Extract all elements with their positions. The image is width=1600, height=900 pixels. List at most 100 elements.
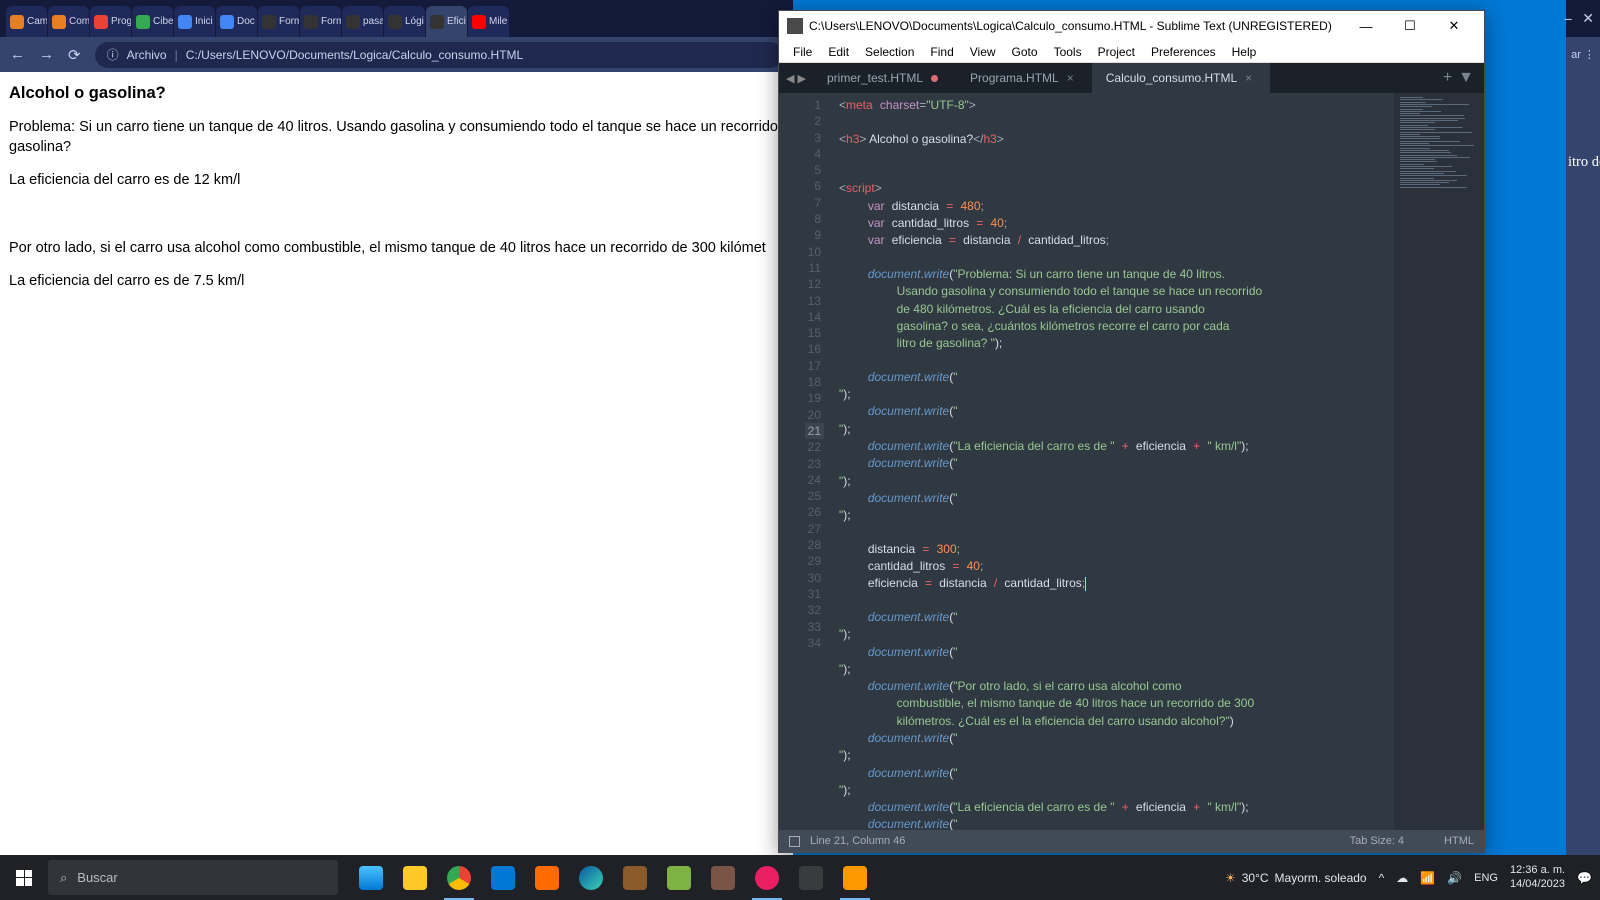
menu-view[interactable]: View (962, 45, 1004, 59)
favicon (10, 15, 24, 29)
task-view-icon[interactable] (350, 855, 392, 900)
titlebar[interactable]: C:\Users\LENOVO\Documents\Logica\Calculo… (779, 11, 1484, 41)
favicon (262, 15, 276, 29)
browser-tab[interactable]: Cam (6, 6, 47, 37)
app-icon (787, 18, 803, 34)
start-button[interactable] (0, 855, 48, 900)
menu-selection[interactable]: Selection (857, 45, 922, 59)
close-icon[interactable]: ✕ (1582, 10, 1594, 27)
favicon (346, 15, 360, 29)
browser-tab[interactable]: Efici (426, 6, 467, 37)
menu-file[interactable]: File (785, 45, 820, 59)
tab-label: Form (279, 16, 299, 27)
tab-label: Prog (111, 16, 131, 27)
weather-icon: ☀ (1225, 871, 1236, 885)
weather-desc: Mayorm. soleado (1275, 871, 1367, 885)
menu-tools[interactable]: Tools (1046, 45, 1090, 59)
chrome-toolbar: ← → ⟳ ⓘ Archivo | C:/Users/LENOVO/Docume… (0, 37, 793, 72)
editor-tabstrip: ◀ ▶ primer_test.HTMLPrograma.HTML×Calcul… (779, 63, 1484, 93)
new-tab-icon[interactable]: + (1443, 69, 1452, 87)
mail-icon[interactable] (482, 855, 524, 900)
minimize-icon[interactable]: − (1564, 11, 1572, 27)
favicon (430, 15, 444, 29)
browser-tab[interactable]: Lógi (384, 6, 425, 37)
editor-tab[interactable]: primer_test.HTML (813, 63, 956, 93)
tab-label: Mile (489, 16, 507, 27)
editor-tab[interactable]: Programa.HTML× (956, 63, 1092, 93)
notifications-icon[interactable]: 💬 (1577, 871, 1592, 885)
tab-close-icon[interactable]: × (1245, 71, 1252, 85)
menu-goto[interactable]: Goto (1004, 45, 1046, 59)
app-icon-5[interactable] (746, 855, 788, 900)
code-area[interactable]: <meta charset="UTF-8"> <h3> Alcohol o ga… (831, 93, 1394, 830)
language-indicator[interactable]: ENG (1474, 872, 1498, 884)
favicon (178, 15, 192, 29)
explorer-icon[interactable] (394, 855, 436, 900)
chevron-up-icon[interactable]: ^ (1379, 871, 1385, 885)
dirty-indicator-icon (931, 75, 938, 82)
onedrive-icon[interactable]: ☁ (1396, 871, 1408, 885)
app-icon-2[interactable] (614, 855, 656, 900)
reload-icon[interactable]: ⟳ (68, 46, 81, 64)
browser-tab[interactable]: Mile (468, 6, 509, 37)
cursor-position: Line 21, Column 46 (810, 835, 905, 847)
wifi-icon[interactable]: 📶 (1420, 871, 1435, 885)
menu-preferences[interactable]: Preferences (1143, 45, 1224, 59)
overflow-text: itro de (1566, 72, 1600, 171)
app-icon-3[interactable] (658, 855, 700, 900)
menu-edit[interactable]: Edit (820, 45, 857, 59)
taskbar: ⌕ Buscar ☀ 30°C Mayorm. soleado ^ ☁ 📶 🔊 … (0, 855, 1600, 900)
browser-tab[interactable]: pasa (342, 6, 383, 37)
sublime-icon[interactable] (834, 855, 876, 900)
info-icon: ⓘ (107, 46, 119, 63)
weather-widget[interactable]: ☀ 30°C Mayorm. soleado (1225, 871, 1367, 885)
chrome-menu-label[interactable]: ar ⋮ (1571, 48, 1595, 61)
editor-tab[interactable]: Calculo_consumo.HTML× (1092, 63, 1270, 93)
menu-help[interactable]: Help (1224, 45, 1265, 59)
pinned-apps (350, 855, 876, 900)
page-heading: Alcohol o gasolina? (9, 82, 784, 104)
address-bar[interactable]: ⓘ Archivo | C:/Users/LENOVO/Documents/Lo… (95, 42, 783, 68)
search-icon: ⌕ (60, 870, 67, 886)
syntax-mode[interactable]: HTML (1444, 835, 1474, 847)
maximize-icon[interactable]: ☐ (1388, 18, 1432, 34)
browser-tab[interactable]: Form (300, 6, 341, 37)
clock[interactable]: 12:36 a. m. 14/04/2023 (1510, 864, 1565, 892)
tab-menu-icon[interactable]: ▼ (1458, 69, 1474, 87)
url-prefix: Archivo (127, 48, 167, 62)
browser-tab[interactable]: Cibe (132, 6, 173, 37)
minimize-icon[interactable]: — (1344, 19, 1388, 34)
chrome-tabstrip: CamComProgCibeIniciDocFormFormpasaLógiEf… (0, 0, 793, 37)
forward-icon[interactable]: → (39, 46, 54, 63)
browser-tab[interactable]: Doc (216, 6, 257, 37)
close-icon[interactable]: ✕ (1432, 18, 1476, 34)
page-content: Alcohol o gasolina? Problema: Si un carr… (0, 72, 793, 316)
page-p1: Problema: Si un carro tiene un tanque de… (9, 119, 778, 135)
browser-tab[interactable]: Form (258, 6, 299, 37)
app-icon-4[interactable] (702, 855, 744, 900)
app-icon-1[interactable] (526, 855, 568, 900)
browser-tab[interactable]: Inici (174, 6, 215, 37)
browser-tab[interactable]: Com (48, 6, 89, 37)
back-icon[interactable]: ← (10, 46, 25, 63)
roblox-icon[interactable] (790, 855, 832, 900)
favicon (94, 15, 108, 29)
panel-toggle-icon[interactable] (789, 836, 800, 847)
edge-icon[interactable] (570, 855, 612, 900)
browser-tab[interactable]: Prog (90, 6, 131, 37)
system-tray: ☀ 30°C Mayorm. soleado ^ ☁ 📶 🔊 ENG 12:36… (1225, 864, 1600, 892)
taskbar-search[interactable]: ⌕ Buscar (48, 860, 338, 895)
tab-label: Cibe (153, 16, 173, 27)
tab-close-icon[interactable]: × (1067, 71, 1074, 85)
tab-label: Lógi (405, 16, 424, 27)
volume-icon[interactable]: 🔊 (1447, 871, 1462, 885)
tab-nav-icons[interactable]: ◀ ▶ (779, 63, 813, 93)
line-gutter: 1234567891011121314151617181920212223242… (779, 93, 831, 830)
chrome-icon[interactable] (438, 855, 480, 900)
statusbar: Line 21, Column 46 Tab Size: 4 HTML (779, 830, 1484, 852)
tab-label: Inici (195, 16, 213, 27)
menu-find[interactable]: Find (922, 45, 961, 59)
menu-project[interactable]: Project (1090, 45, 1143, 59)
minimap[interactable] (1394, 93, 1484, 830)
tab-size[interactable]: Tab Size: 4 (1350, 835, 1404, 847)
